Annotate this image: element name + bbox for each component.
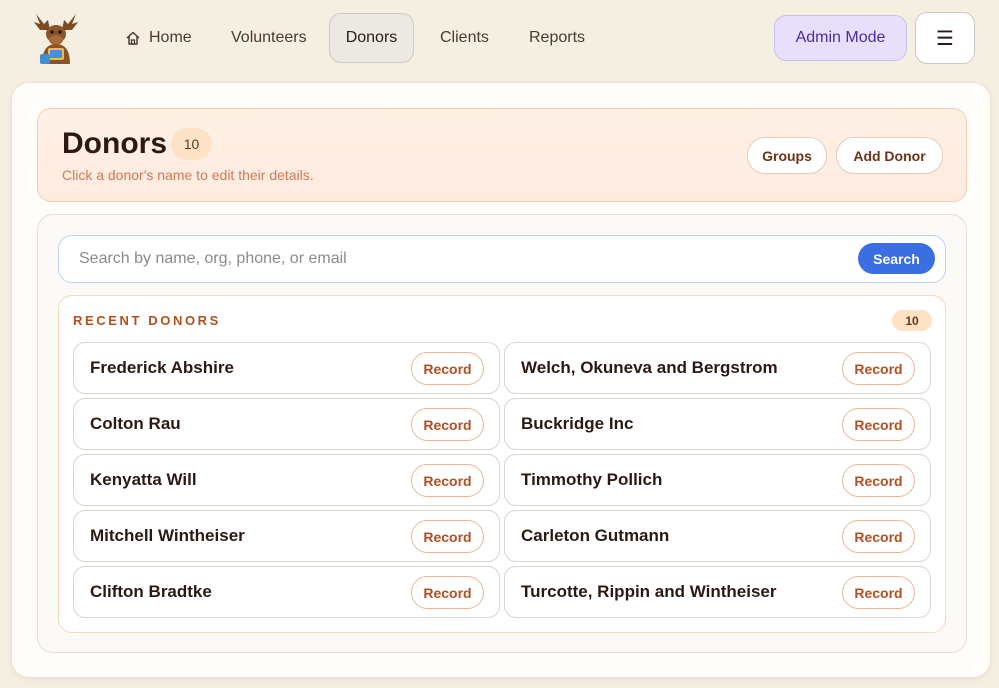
recent-donors-panel: RECENT DONORS 10 Frederick Abshire Record… <box>58 295 946 633</box>
donor-card[interactable]: Timmothy Pollich Record <box>504 454 931 506</box>
donor-name-link[interactable]: Frederick Abshire <box>90 358 234 378</box>
donor-name-link[interactable]: Mitchell Wintheiser <box>90 526 245 546</box>
donor-name-link[interactable]: Clifton Bradtke <box>90 582 212 602</box>
donor-card[interactable]: Kenyatta Will Record <box>73 454 500 506</box>
donor-card[interactable]: Welch, Okuneva and Bergstrom Record <box>504 342 931 394</box>
record-donation-button[interactable]: Record <box>411 576 484 609</box>
menu-button[interactable]: ☰ <box>915 12 975 64</box>
search-input[interactable] <box>59 236 849 282</box>
add-donor-button[interactable]: Add Donor <box>836 137 943 174</box>
nav-donors-label: Donors <box>345 29 398 46</box>
donor-name-link[interactable]: Turcotte, Rippin and Wintheiser <box>521 582 776 602</box>
nav-clients-label: Clients <box>440 29 489 46</box>
record-donation-button[interactable]: Record <box>411 352 484 385</box>
donor-card[interactable]: Mitchell Wintheiser Record <box>73 510 500 562</box>
nav-reports[interactable]: Reports <box>512 13 602 63</box>
donor-card[interactable]: Buckridge Inc Record <box>504 398 931 450</box>
donor-name-link[interactable]: Buckridge Inc <box>521 414 633 434</box>
page-subtitle: Click a donor's name to edit their detai… <box>62 167 314 183</box>
donor-card[interactable]: Carleton Gutmann Record <box>504 510 931 562</box>
donor-card[interactable]: Colton Rau Record <box>73 398 500 450</box>
nav-volunteers[interactable]: Volunteers <box>214 13 324 63</box>
search-button[interactable]: Search <box>858 243 935 274</box>
donor-count-badge: 10 <box>171 128 212 160</box>
search-bar: Search <box>58 235 946 283</box>
recent-donors-heading: RECENT DONORS <box>73 313 221 328</box>
record-donation-button[interactable]: Record <box>411 408 484 441</box>
record-donation-button[interactable]: Record <box>842 464 915 497</box>
donor-name-link[interactable]: Kenyatta Will <box>90 470 197 490</box>
nav-home-label: Home <box>149 29 192 46</box>
nav-donors[interactable]: Donors <box>329 13 414 63</box>
page-title: Donors <box>62 127 167 160</box>
record-donation-button[interactable]: Record <box>411 520 484 553</box>
home-icon <box>126 31 140 45</box>
record-donation-button[interactable]: Record <box>842 520 915 553</box>
page-header: Donors 10 Click a donor's name to edit t… <box>37 108 967 202</box>
donor-name-link[interactable]: Carleton Gutmann <box>521 526 669 546</box>
donor-card[interactable]: Frederick Abshire Record <box>73 342 500 394</box>
donor-card[interactable]: Turcotte, Rippin and Wintheiser Record <box>504 566 931 618</box>
record-donation-button[interactable]: Record <box>842 352 915 385</box>
recent-donors-count: 10 <box>892 310 932 331</box>
hamburger-menu-icon: ☰ <box>936 27 954 50</box>
donor-card[interactable]: Clifton Bradtke Record <box>73 566 500 618</box>
nav-reports-label: Reports <box>529 29 586 46</box>
nav-home[interactable]: Home <box>108 13 209 63</box>
top-nav: Home Volunteers Donors Clients Reports A… <box>0 0 999 78</box>
donor-list-section: Search RECENT DONORS 10 Frederick Abshir… <box>37 214 967 653</box>
record-donation-button[interactable]: Record <box>842 576 915 609</box>
donor-name-link[interactable]: Welch, Okuneva and Bergstrom <box>521 358 778 378</box>
admin-mode-button[interactable]: Admin Mode <box>774 15 907 61</box>
admin-mode-label: Admin Mode <box>795 29 886 46</box>
nav-volunteers-label: Volunteers <box>231 29 307 46</box>
main-card: Donors 10 Click a donor's name to edit t… <box>11 82 991 678</box>
donor-name-link[interactable]: Colton Rau <box>90 414 181 434</box>
groups-button[interactable]: Groups <box>747 137 827 174</box>
record-donation-button[interactable]: Record <box>411 464 484 497</box>
record-donation-button[interactable]: Record <box>842 408 915 441</box>
moose-logo-icon[interactable] <box>30 10 82 66</box>
donor-name-link[interactable]: Timmothy Pollich <box>521 470 662 490</box>
nav-clients[interactable]: Clients <box>423 13 506 63</box>
